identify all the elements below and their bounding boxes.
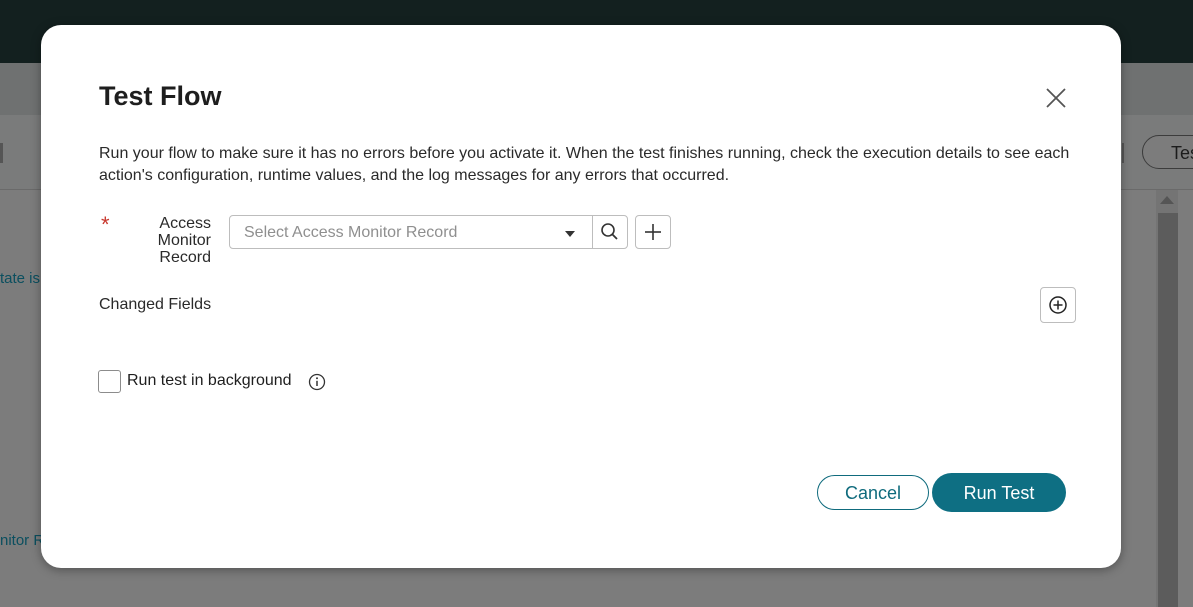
toolbar-divider: [1122, 143, 1124, 163]
add-record-button[interactable]: [635, 215, 671, 249]
scrollbar-thumb: [1158, 213, 1178, 607]
run-in-background-label[interactable]: Run test in background: [127, 372, 292, 390]
lookup-search-button[interactable]: [592, 215, 628, 249]
scroll-up-icon: [1160, 196, 1174, 204]
search-icon: [601, 223, 618, 240]
background-test-button: Tes: [1142, 135, 1193, 169]
dialog-title: Test Flow: [99, 81, 222, 111]
toolbar-divider: [0, 143, 3, 163]
select-placeholder: Select Access Monitor Record: [244, 224, 458, 241]
access-monitor-record-label: Access Monitor Record: [157, 215, 211, 266]
cancel-button[interactable]: Cancel: [817, 475, 929, 510]
close-button[interactable]: [1043, 85, 1069, 111]
background-link: nitor R: [0, 532, 45, 549]
add-changed-field-button[interactable]: [1040, 287, 1076, 323]
plus-circle-icon: [1049, 296, 1067, 314]
background-link: tate is: [0, 270, 41, 287]
test-flow-dialog: Test Flow Run your flow to make sure it …: [41, 25, 1121, 568]
info-icon-graphic: [308, 373, 326, 391]
access-monitor-record-select[interactable]: Select Access Monitor Record: [229, 215, 593, 249]
close-icon: [1046, 88, 1066, 108]
required-marker: *: [101, 212, 110, 237]
chevron-down-icon: [565, 231, 575, 237]
run-test-button[interactable]: Run Test: [932, 473, 1066, 512]
run-in-background-checkbox[interactable]: [98, 370, 121, 393]
dialog-description: Run your flow to make sure it has no err…: [99, 145, 1070, 184]
plus-icon: [645, 224, 661, 240]
changed-fields-label: Changed Fields: [99, 296, 212, 313]
info-icon[interactable]: [308, 373, 326, 391]
